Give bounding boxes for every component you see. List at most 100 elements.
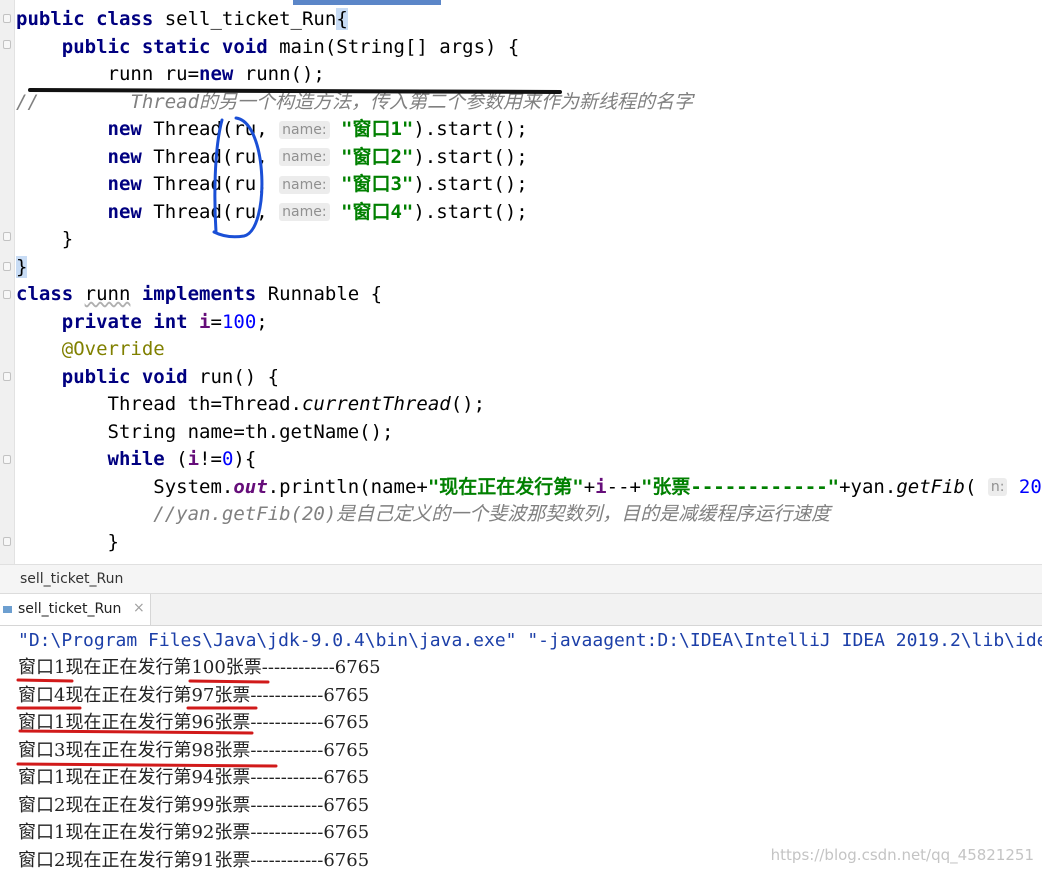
code-token: i bbox=[595, 475, 607, 498]
fold-marker-icon[interactable] bbox=[3, 40, 11, 49]
code-token: out bbox=[233, 475, 268, 498]
fold-marker-icon[interactable] bbox=[3, 232, 11, 241]
code-token: { bbox=[336, 8, 348, 30]
code-token: + bbox=[583, 475, 596, 498]
run-tab[interactable]: sell_ticket_Run × bbox=[0, 594, 151, 625]
code-token: // Thread的另一个构造方法，传入第二个参数用来作为新线程的名字 bbox=[16, 90, 694, 113]
code-line[interactable]: while (i!=0){ bbox=[16, 446, 1042, 474]
code-token: Thread th=Thread. bbox=[16, 393, 302, 415]
code-token: sell_ticket_Run bbox=[164, 8, 337, 30]
parameter-hint: name: bbox=[279, 120, 330, 139]
code-token: Runnable { bbox=[267, 283, 383, 305]
fold-marker-icon[interactable] bbox=[3, 372, 11, 381]
code-line[interactable]: System.out.println(name+"现在正在发行第"+i--+"张… bbox=[16, 474, 1042, 502]
code-token: --+ bbox=[606, 475, 641, 498]
editor-gutter bbox=[0, 0, 15, 564]
fold-marker-icon[interactable] bbox=[3, 455, 11, 464]
code-token: Thread(ru, bbox=[153, 200, 280, 223]
code-token: //yan.getFib(20)是自己定义的一个斐波那契数列，目的是减缓程序运行… bbox=[16, 503, 831, 525]
parameter-hint: name: bbox=[279, 148, 330, 166]
code-token: ; bbox=[256, 310, 268, 333]
parameter-hint: name: bbox=[279, 203, 330, 221]
code-token: 20 bbox=[1018, 475, 1042, 498]
console-output[interactable]: "D:\Program Files\Java\jdk-9.0.4\bin\jav… bbox=[0, 626, 1042, 872]
code-line[interactable]: } bbox=[16, 529, 1042, 557]
code-line[interactable]: } bbox=[16, 226, 1042, 254]
parameter-hint: n: bbox=[987, 478, 1008, 496]
console-lines: 窗口1现在正在发行第100张票------------6765 窗口4现在正在发行… bbox=[18, 654, 381, 872]
code-line[interactable]: class runn implements Runnable { bbox=[16, 281, 1042, 309]
code-token: i bbox=[187, 448, 200, 470]
code-line[interactable]: public static void main(String[] args) { bbox=[16, 34, 1042, 62]
code-editor[interactable]: public class sell_ticket_Run{ public sta… bbox=[0, 0, 1042, 564]
code-token: .println(name+ bbox=[267, 475, 428, 498]
console-line: 窗口1现在正在发行第92张票------------6765 bbox=[18, 822, 370, 843]
code-line[interactable]: new Thread(ru, name: "窗口3").start(); bbox=[16, 171, 1042, 199]
code-token: new bbox=[199, 63, 245, 85]
console-line: 窗口1现在正在发行第96张票------------6765 bbox=[18, 712, 370, 733]
fold-marker-icon[interactable] bbox=[3, 537, 11, 546]
code-lines[interactable]: public class sell_ticket_Run{ public sta… bbox=[16, 6, 1042, 556]
code-token: = bbox=[210, 310, 222, 333]
code-token: Thread(ru, bbox=[153, 173, 280, 195]
code-line[interactable]: } bbox=[16, 254, 1042, 282]
code-line[interactable]: runn ru=new runn(); bbox=[16, 61, 1042, 89]
code-token: ( bbox=[176, 448, 188, 470]
code-token: "现在正在发行第" bbox=[427, 475, 584, 498]
console-line: 窗口3现在正在发行第98张票------------6765 bbox=[18, 739, 370, 761]
code-line[interactable]: new Thread(ru, name: "窗口2").start(); bbox=[16, 144, 1042, 172]
code-line[interactable]: String name=th.getName(); bbox=[16, 419, 1042, 447]
code-line[interactable]: // Thread的另一个构造方法，传入第二个参数用来作为新线程的名字 bbox=[16, 89, 1042, 117]
code-line[interactable]: new Thread(ru, name: "窗口4").start(); bbox=[16, 199, 1042, 227]
code-token: String name=th.getName(); bbox=[16, 420, 394, 443]
code-line[interactable]: @Override bbox=[16, 336, 1042, 364]
code-token: "窗口1" bbox=[341, 118, 414, 140]
code-token: "张票------------" bbox=[640, 475, 840, 498]
console-command-line: "D:\Program Files\Java\jdk-9.0.4\bin\jav… bbox=[18, 630, 1042, 651]
code-token: runn ru= bbox=[16, 63, 200, 85]
run-tab-label: sell_ticket_Run bbox=[18, 601, 122, 617]
close-icon[interactable]: × bbox=[133, 600, 145, 616]
code-token: new bbox=[107, 173, 154, 195]
run-tool-window-tabs: sell_ticket_Run × bbox=[0, 594, 1042, 626]
code-token: } bbox=[16, 255, 28, 278]
code-line[interactable]: public class sell_ticket_Run{ bbox=[16, 6, 1042, 34]
fold-marker-icon[interactable] bbox=[3, 290, 11, 299]
code-token: 0 bbox=[221, 448, 234, 470]
code-token: run() { bbox=[199, 365, 280, 388]
code-token: implements bbox=[141, 283, 268, 305]
code-line[interactable]: public void run() { bbox=[16, 364, 1042, 392]
code-token: public void bbox=[61, 365, 200, 388]
code-token: ).start(); bbox=[413, 118, 528, 140]
code-line[interactable]: Thread th=Thread.currentThread(); bbox=[16, 391, 1042, 419]
fold-marker-icon[interactable] bbox=[3, 262, 11, 271]
code-token: new bbox=[107, 118, 154, 140]
code-line[interactable]: private int i=100; bbox=[16, 309, 1042, 337]
fold-marker-icon[interactable] bbox=[3, 14, 11, 23]
breadcrumb[interactable]: sell_ticket_Run bbox=[0, 564, 1042, 594]
code-token: (); bbox=[450, 393, 486, 415]
code-token: runn(); bbox=[244, 63, 325, 85]
code-token: ).start(); bbox=[413, 145, 528, 168]
code-token: public class bbox=[16, 8, 165, 30]
code-token: +yan. bbox=[839, 475, 897, 498]
watermark: https://blog.csdn.net/qq_45821251 bbox=[770, 846, 1034, 864]
code-line[interactable]: new Thread(ru, name: "窗口1").start(); bbox=[16, 116, 1042, 144]
code-token: 100 bbox=[221, 310, 257, 333]
code-token: "窗口4" bbox=[341, 200, 414, 223]
breadcrumb-class-label[interactable]: sell_ticket_Run bbox=[20, 571, 123, 587]
console-line: 窗口1现在正在发行第94张票------------6765 bbox=[18, 767, 370, 788]
code-token: ).start(); bbox=[413, 200, 528, 223]
code-token: System. bbox=[16, 475, 234, 498]
code-token: "窗口3" bbox=[341, 173, 414, 195]
code-token: public static void bbox=[61, 35, 280, 58]
code-line[interactable]: //yan.getFib(20)是自己定义的一个斐波那契数列，目的是减缓程序运行… bbox=[16, 501, 1042, 529]
